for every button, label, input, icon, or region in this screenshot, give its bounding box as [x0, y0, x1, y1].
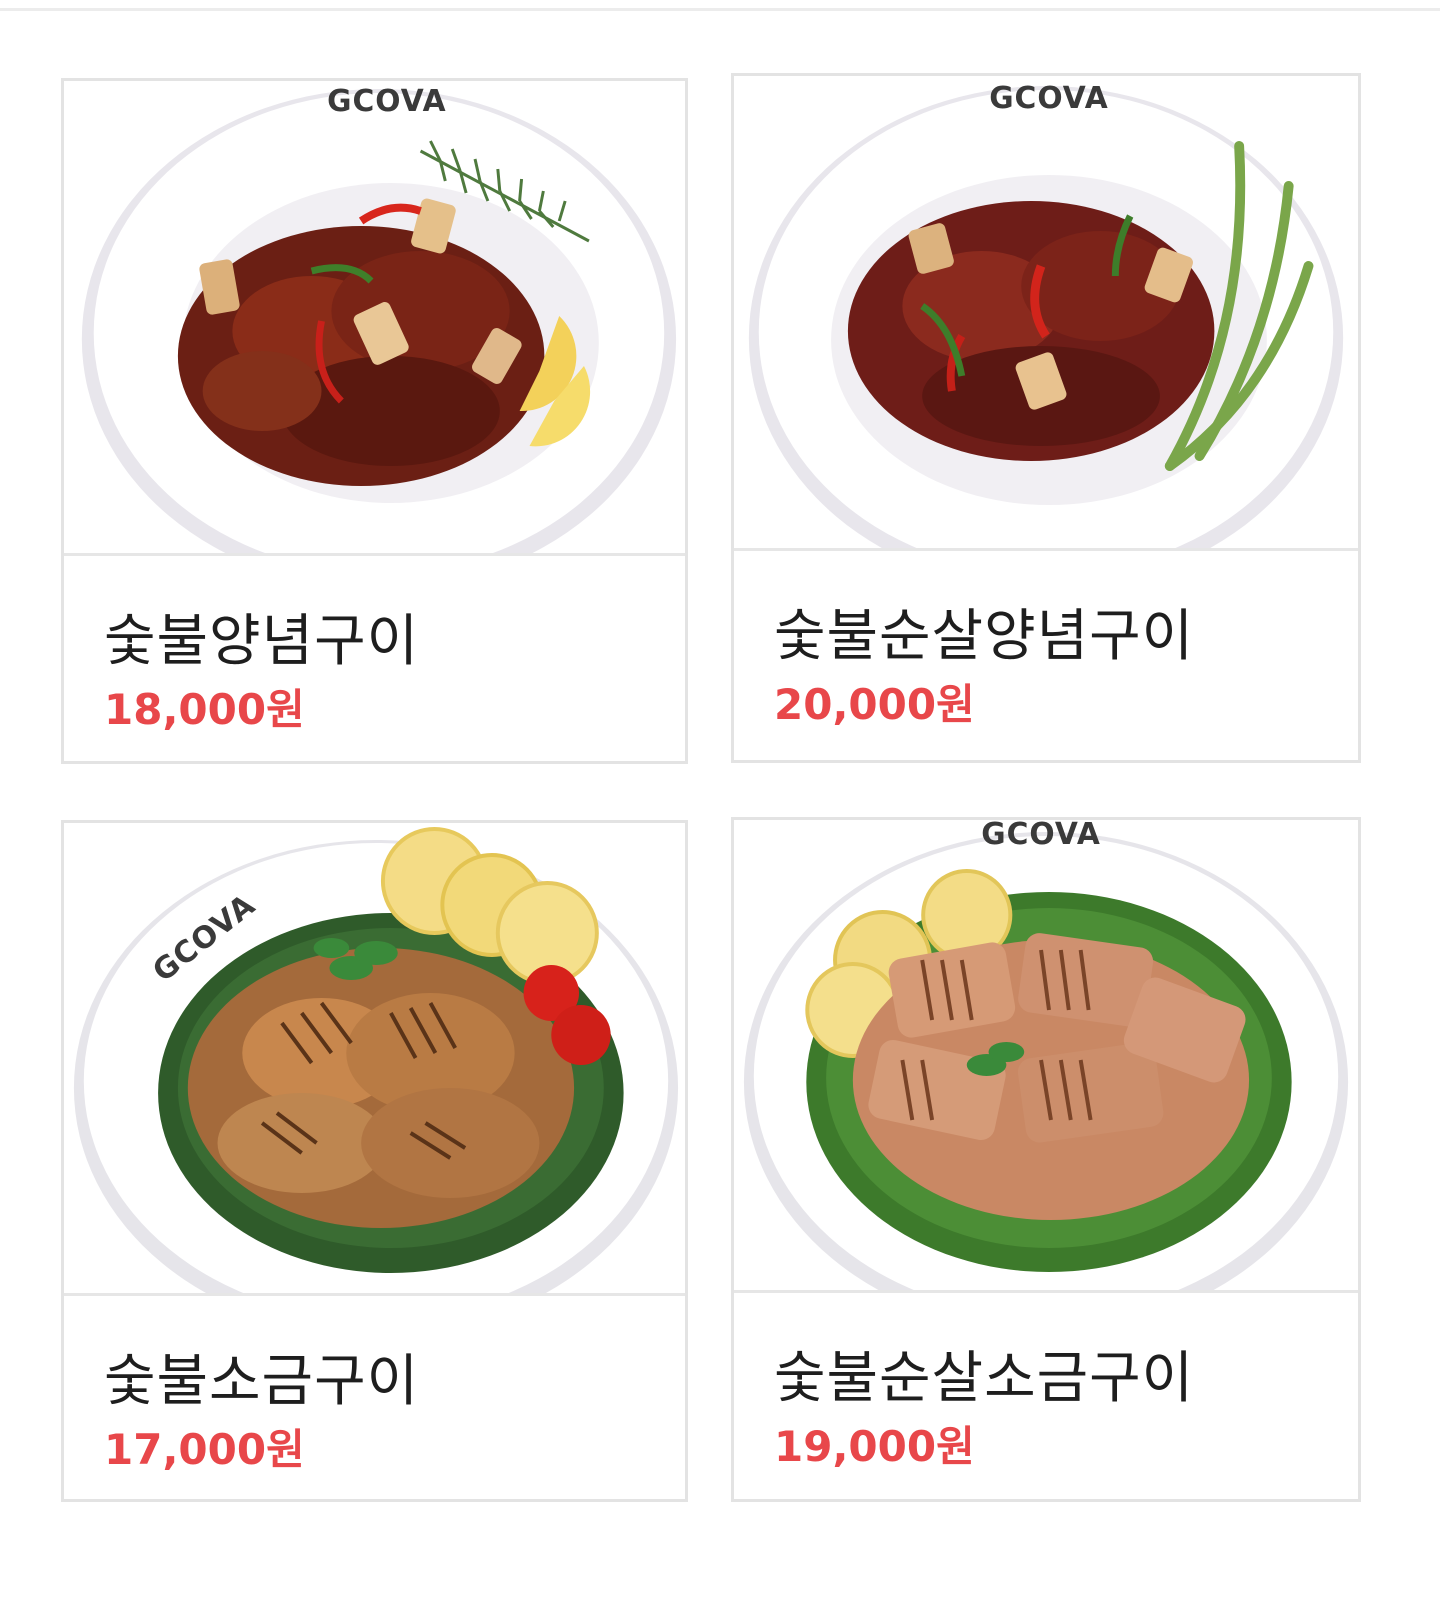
menu-name: 숯불순살소금구이 — [774, 1346, 1195, 1411]
menu-info: 숯불순살양념구이 20,000원 — [734, 548, 1358, 760]
boneless-spicy-chicken-dish-icon: GCOVA — [734, 76, 1358, 548]
menu-photo[interactable]: GCOVA — [734, 820, 1358, 1290]
top-divider — [0, 8, 1440, 11]
price-value: 20,000 — [774, 680, 937, 729]
menu-photo[interactable]: GCOVA — [64, 81, 685, 553]
price-currency: 원 — [266, 1425, 305, 1474]
menu-name: 숯불순살양념구이 — [774, 604, 1195, 669]
menu-photo[interactable]: GCOVA — [64, 823, 685, 1293]
menu-card-1[interactable]: GCOVA 숯불양념구이 18,000원 — [61, 78, 688, 764]
price-currency: 원 — [936, 1422, 975, 1471]
menu-info: 숯불소금구이 17,000원 — [64, 1293, 685, 1499]
price-currency: 원 — [266, 685, 305, 734]
svg-text:GCOVA: GCOVA — [989, 81, 1109, 116]
menu-info: 숯불순살소금구이 19,000원 — [734, 1290, 1358, 1499]
menu-photo[interactable]: GCOVA — [734, 76, 1358, 548]
salt-grilled-chicken-dish-icon: GCOVA — [64, 823, 685, 1293]
price-value: 17,000 — [104, 1425, 267, 1474]
menu-name: 숯불양념구이 — [104, 609, 420, 674]
price-value: 18,000 — [104, 685, 267, 734]
spicy-chicken-dish-icon: GCOVA — [64, 81, 685, 553]
svg-text:GCOVA: GCOVA — [327, 84, 447, 119]
boneless-salt-grilled-chicken-dish-icon: GCOVA — [734, 820, 1358, 1290]
menu-name: 숯불소금구이 — [104, 1349, 420, 1414]
menu-price: 20,000원 — [774, 671, 975, 732]
price-value: 19,000 — [774, 1422, 937, 1471]
menu-price: 19,000원 — [774, 1413, 975, 1474]
price-currency: 원 — [936, 680, 975, 729]
menu-card-3[interactable]: GCOVA 숯불소금구이 17,000원 — [61, 820, 688, 1502]
menu-card-2[interactable]: GCOVA 숯불순살양념구이 20,000원 — [731, 73, 1361, 763]
menu-price: 18,000원 — [104, 676, 305, 737]
menu-card-4[interactable]: GCOVA 숯불순살소금구이 19,000원 — [731, 817, 1361, 1502]
menu-price: 17,000원 — [104, 1416, 305, 1477]
menu-info: 숯불양념구이 18,000원 — [64, 553, 685, 761]
svg-text:GCOVA: GCOVA — [981, 820, 1101, 852]
